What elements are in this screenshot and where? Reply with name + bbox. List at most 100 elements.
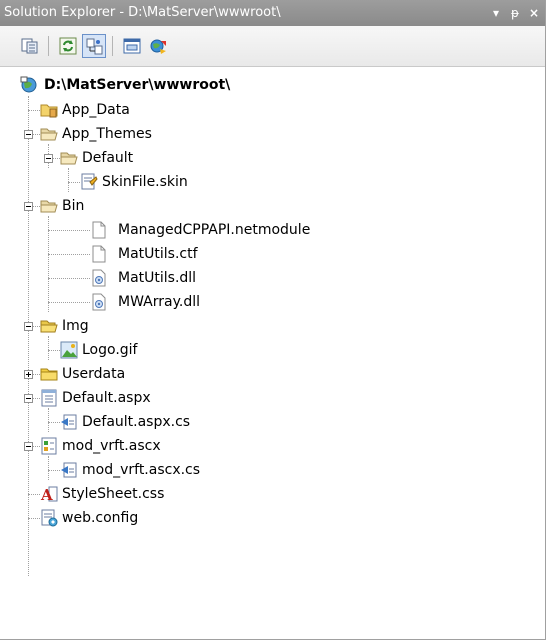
copy-website-button[interactable]	[146, 34, 170, 58]
tree-item-label: Bin	[62, 198, 85, 214]
csharp-file-icon	[61, 414, 77, 430]
window-position-dropdown-button[interactable]: ▾	[488, 0, 504, 26]
tree-item-label: SkinFile.skin	[102, 174, 188, 190]
data-folder-icon	[40, 104, 58, 118]
tree-item-label: Default.aspx	[62, 390, 151, 406]
skin-file-icon	[81, 173, 98, 190]
tree-connector-line	[48, 254, 90, 255]
config-file-icon	[41, 509, 58, 527]
collapse-toggle[interactable]	[24, 322, 33, 331]
csharp-file-icon	[61, 462, 77, 478]
tree-item-web-config[interactable]: web.config	[0, 506, 300, 530]
refresh-icon	[59, 37, 77, 55]
view-designer-button[interactable]	[120, 34, 144, 58]
tree-item-label: mod_vrft.ascx.cs	[82, 462, 201, 478]
tree-item-label: MatUtils.dll	[118, 270, 197, 286]
tree-item-img[interactable]: Img	[0, 314, 300, 338]
tree-connector-line	[48, 422, 60, 423]
tree-item-mod-vrft-ascx-cs[interactable]: mod_vrft.ascx.cs	[0, 458, 300, 482]
tree-connector-line	[33, 446, 40, 447]
tree-connector-line	[48, 302, 90, 303]
tree-item-label: App_Data	[62, 102, 130, 118]
tree-connector-line	[48, 278, 90, 279]
tree-root-label: D:\MatServer\wwwroot\	[44, 77, 231, 93]
toolbar-separator	[48, 36, 49, 56]
tree-item-logo-gif[interactable]: Logo.gif	[0, 338, 300, 362]
tree-item-userdata[interactable]: Userdata	[0, 362, 300, 386]
tree-connector-line	[28, 494, 40, 495]
tree-item-mwarray-dll[interactable]: MWArray.dll	[0, 290, 300, 314]
folder-icon	[40, 368, 58, 381]
blank-file-icon	[92, 245, 106, 263]
tree-item-default-aspx-cs[interactable]: Default.aspx.cs	[0, 410, 300, 434]
refresh-button[interactable]	[56, 34, 80, 58]
open-folder-icon	[40, 128, 58, 141]
collapse-toggle[interactable]	[24, 202, 33, 211]
nest-related-files-button[interactable]	[82, 34, 106, 58]
properties-icon	[21, 38, 38, 54]
tree-item-label: Userdata	[62, 366, 126, 382]
tree-item-label: MWArray.dll	[118, 294, 200, 310]
tree-item-matutils-dll[interactable]: MatUtils.dll	[0, 266, 300, 290]
tree-item-label: Default.aspx.cs	[82, 414, 191, 430]
image-file-icon	[60, 341, 78, 359]
tree-item-netmodule[interactable]: ManagedCPPAPI.netmodule	[0, 218, 360, 242]
tree-connector-line	[33, 206, 40, 207]
tree-connector-line	[28, 110, 40, 111]
tree-connector-line	[33, 398, 40, 399]
tree-item-stylesheet-css[interactable]: A StyleSheet.css	[0, 482, 300, 506]
tree-item-label: Img	[62, 318, 89, 334]
auto-hide-pin-button[interactable]: ᵽ	[507, 0, 523, 26]
open-folder-icon	[60, 152, 78, 165]
tree-item-label: Logo.gif	[82, 342, 138, 358]
tree-connector-line	[48, 350, 60, 351]
tree-item-bin[interactable]: Bin	[0, 194, 300, 218]
tree-item-label: mod_vrft.ascx	[62, 438, 161, 454]
blank-file-icon	[92, 221, 106, 239]
tree-item-matutils-ctf[interactable]: MatUtils.ctf	[0, 242, 300, 266]
open-folder-icon	[40, 200, 58, 213]
tree-connector-line	[48, 470, 60, 471]
collapse-toggle[interactable]	[24, 394, 33, 403]
view-designer-icon	[123, 38, 141, 54]
tree-item-app-data[interactable]: App_Data	[0, 98, 300, 122]
tree-item-label: MatUtils.ctf	[118, 246, 198, 262]
collapse-toggle[interactable]	[24, 442, 33, 451]
tree-connector-line	[33, 374, 40, 375]
tree-root-node[interactable]: D:\MatServer\wwwroot\	[0, 74, 300, 98]
collapse-toggle[interactable]	[44, 154, 53, 163]
nest-files-icon	[86, 38, 103, 55]
tree-connector-line	[48, 230, 90, 231]
solution-explorer-window: Solution Explorer - D:\MatServer\wwwroot…	[0, 0, 546, 640]
dll-file-icon	[92, 293, 106, 311]
title-bar[interactable]: Solution Explorer - D:\MatServer\wwwroot…	[0, 0, 545, 26]
tree-connector-line	[68, 182, 80, 183]
tree-item-label: StyleSheet.css	[62, 486, 165, 502]
tree-item-app-themes[interactable]: App_Themes	[0, 122, 300, 146]
tree-item-label: App_Themes	[62, 126, 152, 142]
close-button[interactable]: ×	[526, 0, 542, 26]
properties-button[interactable]	[18, 34, 42, 58]
tree-item-default-theme[interactable]: Default	[0, 146, 300, 170]
expand-toggle[interactable]	[24, 370, 33, 379]
svg-text:A: A	[40, 486, 53, 503]
tree-item-label: web.config	[62, 510, 139, 526]
collapse-toggle[interactable]	[24, 130, 33, 139]
tree-connector-line	[33, 326, 40, 327]
user-control-icon	[41, 437, 57, 455]
tree-item-label: Default	[82, 150, 134, 166]
tree-item-skinfile[interactable]: SkinFile.skin	[0, 170, 300, 194]
toolbar	[0, 26, 545, 67]
tree-item-default-aspx[interactable]: Default.aspx	[0, 386, 300, 410]
dll-file-icon	[92, 269, 106, 287]
open-folder-icon	[40, 320, 58, 333]
tree-connector-line	[53, 158, 60, 159]
copy-website-icon	[150, 39, 166, 54]
tree-item-mod-vrft-ascx[interactable]: mod_vrft.ascx	[0, 434, 300, 458]
tree-connector-line	[33, 134, 40, 135]
window-title: Solution Explorer - D:\MatServer\wwwroot…	[4, 5, 281, 20]
toolbar-separator	[112, 36, 113, 56]
solution-tree[interactable]: D:\MatServer\wwwroot\ App_Data App_Theme…	[0, 72, 545, 632]
website-icon	[20, 76, 37, 93]
tree-connector-line	[28, 518, 40, 519]
